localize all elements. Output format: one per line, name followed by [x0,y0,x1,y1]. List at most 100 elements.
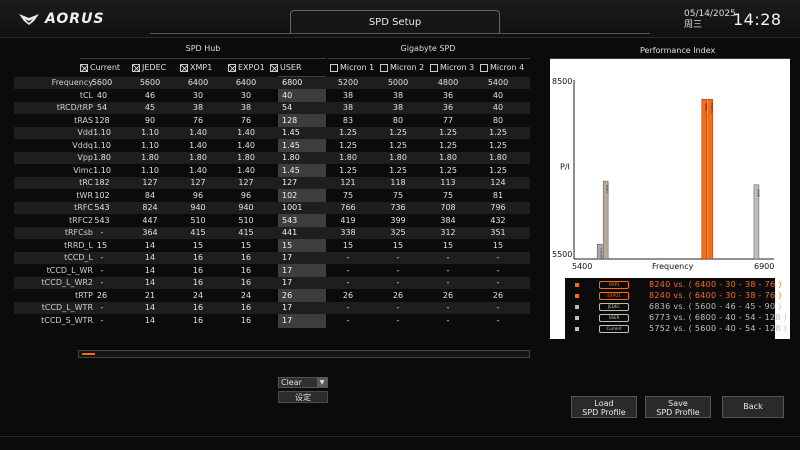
table-cell: 36 [442,103,454,112]
table-cell: 15 [342,240,354,250]
user-value-field[interactable]: 17 [280,253,326,262]
user-value-field[interactable]: 128 [280,116,326,125]
table-cell: - [100,315,104,325]
checkbox[interactable] [270,63,278,72]
profile-header-micron-3[interactable]: Micron 3 [430,63,474,72]
table-cell: 80 [392,115,404,125]
user-value-field[interactable]: 26 [280,291,326,300]
legend-tag: JEDEC [599,303,629,311]
table-cell: 24 [240,290,252,300]
user-value-field[interactable]: 15 [280,241,326,250]
profile-header-micron-1[interactable]: Micron 1 [330,63,374,72]
table-cell: 38 [240,103,252,112]
table-cell: 127 [190,178,206,187]
user-value-field[interactable]: 40 [280,91,326,100]
table-cell: 40 [96,90,108,100]
x-tick-label: 5400 [572,262,592,271]
divider [80,58,326,59]
table-cell: 824 [142,203,158,212]
horizontal-scrollbar[interactable] [78,350,530,358]
profile-header-current[interactable]: Current [80,63,120,72]
scrollbar-thumb[interactable] [82,353,96,355]
table-cell: 15 [192,240,204,250]
legend-item: JEDEC 6836 vs. ( 5600 - 46 - 45 - 90 ) [575,302,781,313]
table-cell: 384 [440,215,456,225]
table-cell: 1.25 [439,128,457,137]
legend-swatch [575,294,579,298]
table-cell: 1.40 [237,165,255,175]
legend-tag: EXPO1 [599,292,629,300]
set-button[interactable]: 设定 [278,391,328,403]
table-cell: 940 [238,203,254,212]
profile-header-xmp1[interactable]: XMP1 [180,63,212,72]
profile-header-user[interactable]: USER [270,63,302,72]
user-value-field[interactable]: 17 [280,316,326,325]
user-value-field[interactable]: 1.45 [280,141,326,150]
table-cell: 15 [96,240,108,250]
table-cell: 15 [240,240,252,250]
user-value-field[interactable]: 1.45 [280,128,326,137]
table-cell: 127 [142,178,158,187]
back-button[interactable]: Back [722,396,784,418]
checkbox[interactable] [228,63,236,72]
checkbox[interactable] [430,63,438,72]
checkbox[interactable] [330,63,338,72]
table-cell: 1.40 [189,165,207,175]
profile-header-micron-4[interactable]: Micron 4 [480,63,524,72]
save-spd-profile-button[interactable]: Save SPD Profile [645,396,711,418]
table-cell: 1.40 [189,128,207,137]
checkbox[interactable] [180,63,188,72]
user-value-field[interactable]: 1.45 [280,166,326,175]
legend-item: EXPO1 8240 vs. ( 6400 - 30 - 38 - 76 ) [575,291,781,302]
checkbox[interactable] [80,63,88,72]
user-value-field[interactable]: 17 [280,303,326,312]
table-cell: 5400 [487,78,509,87]
table-row: tRCD/tRP 54 45 38 38 54 38 38 36 40 [14,102,530,114]
table-cell: 15 [442,240,454,250]
table-cell: 14 [144,253,156,262]
x-axis-label: Frequency [652,262,694,271]
user-value-field[interactable]: 543 [280,216,326,225]
table-cell: 432 [490,215,506,225]
profile-label: Micron 4 [490,63,525,72]
table-cell: 16 [240,253,252,262]
user-value-field[interactable]: 17 [280,266,326,275]
profile-header-jedec[interactable]: JEDEC [132,63,166,72]
user-value-field[interactable]: 1.80 [280,153,326,162]
table-cell: - [396,265,400,275]
user-value-field[interactable]: 6800 [280,78,326,87]
user-value-field[interactable]: 54 [280,103,326,112]
legend-item: USER 6773 vs. ( 6800 - 40 - 54 - 128 ) [575,313,787,324]
profile-header-expo1[interactable]: EXPO1 [228,63,265,72]
table-cell: 76 [192,115,204,125]
table-cell: - [346,315,350,325]
user-value-field[interactable]: 441 [280,228,326,237]
table-cell: 6400 [235,78,257,87]
table-cell: 5200 [337,78,359,87]
load-spd-profile-button[interactable]: Load SPD Profile [571,396,637,418]
table-cell: 102 [94,190,110,200]
brand-name: AORUS [45,11,105,27]
user-value-field[interactable]: 1001 [280,203,326,212]
checkbox[interactable] [380,63,388,72]
table-cell: 364 [142,228,158,237]
table-cell: 38 [342,90,354,100]
checkbox[interactable] [132,63,140,72]
action-dropdown[interactable]: Clear ▼ [278,377,328,388]
table-cell: 16 [192,315,204,325]
table-cell: 26 [96,290,108,300]
table-cell: 1.80 [93,153,111,162]
table-cell: - [496,315,500,325]
table-cell: 96 [192,190,204,200]
table-cell: 736 [390,203,406,212]
table-cell: 38 [342,103,354,112]
load-label: Load [594,399,614,408]
table-cell: 16 [240,278,252,287]
user-value-field[interactable]: 102 [280,191,326,200]
user-value-field[interactable]: 17 [280,278,326,287]
profile-header-micron-2[interactable]: Micron 2 [380,63,424,72]
user-value-field[interactable]: 127 [280,178,326,187]
checkbox[interactable] [480,63,488,72]
table-cell: 419 [340,215,356,225]
chevron-down-icon[interactable]: ▼ [317,378,327,387]
